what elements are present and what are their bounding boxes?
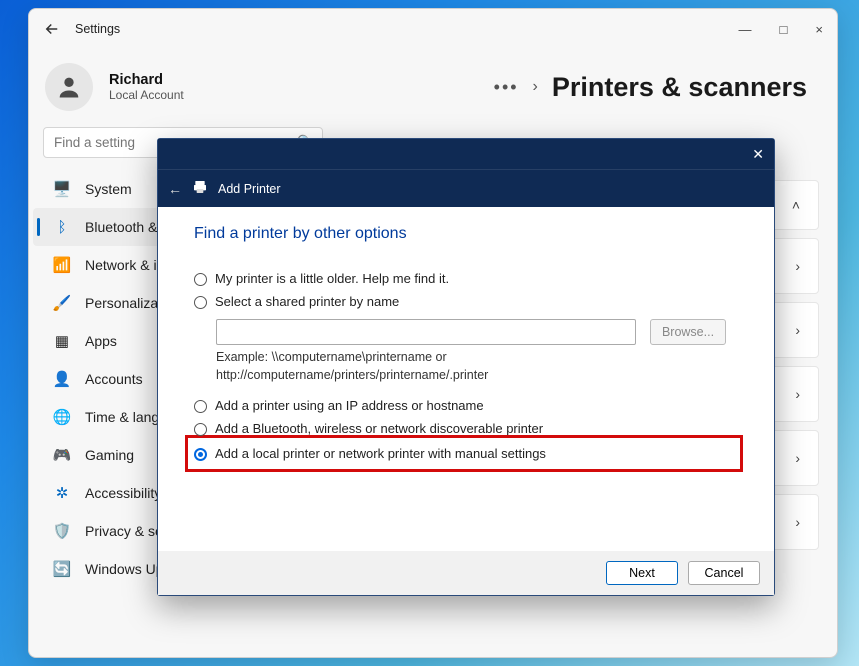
radio-icon[interactable]	[194, 448, 207, 461]
dialog-back-icon[interactable]: ←	[168, 181, 182, 197]
radio-icon[interactable]	[194, 400, 207, 413]
app-name: Settings	[75, 22, 120, 36]
sidebar-icon: 🎮	[53, 446, 71, 464]
sidebar-icon: ᛒ	[53, 218, 71, 236]
sidebar-item-label: Time & langu	[85, 409, 167, 425]
sidebar-icon: 🔄	[53, 560, 71, 578]
sidebar-icon: ▦	[53, 332, 71, 350]
dialog-footer: Next Cancel	[158, 551, 774, 595]
breadcrumb-more-icon[interactable]: •••	[494, 77, 519, 98]
avatar[interactable]	[45, 63, 93, 111]
close-window-button[interactable]: ×	[815, 22, 823, 37]
add-printer-dialog: ✕ ← Add Printer Find a printer by other …	[157, 138, 775, 596]
sidebar-icon: 🌐	[53, 408, 71, 426]
sidebar-icon: 👤	[53, 370, 71, 388]
sidebar-item-label: Network & i	[85, 257, 157, 273]
window-controls: — □ ×	[739, 22, 823, 37]
sidebar-item-label: Bluetooth &	[85, 219, 157, 235]
printer-option-4[interactable]: Add a local printer or network printer w…	[190, 440, 738, 467]
back-icon[interactable]	[43, 20, 61, 38]
chevron-right-icon: ›	[795, 450, 800, 466]
sidebar-icon: 🖥️	[53, 180, 71, 198]
option-label: My printer is a little older. Help me fi…	[215, 271, 449, 286]
sidebar-item-label: Accounts	[85, 371, 143, 387]
example-text: Example: \\computername\printername or h…	[216, 349, 646, 384]
radio-icon[interactable]	[194, 273, 207, 286]
dialog-body: Find a printer by other options My print…	[158, 207, 774, 551]
sidebar-icon: ✲	[53, 484, 71, 502]
option-label: Add a printer using an IP address or hos…	[215, 398, 484, 413]
printer-icon	[192, 179, 208, 198]
printer-option-2[interactable]: Add a printer using an IP address or hos…	[194, 394, 738, 417]
radio-icon[interactable]	[194, 423, 207, 436]
option-label: Add a local printer or network printer w…	[215, 446, 546, 461]
sidebar-item-label: System	[85, 181, 132, 197]
radio-icon[interactable]	[194, 296, 207, 309]
dialog-header: ← Add Printer	[158, 169, 774, 207]
shared-printer-input[interactable]	[216, 319, 636, 345]
sidebar-icon: 📶	[53, 256, 71, 274]
user-icon	[55, 73, 83, 101]
chevron-up-icon: ˄	[792, 197, 800, 213]
browse-button: Browse...	[650, 319, 726, 345]
next-button[interactable]: Next	[606, 561, 678, 585]
maximize-button[interactable]: □	[780, 22, 788, 37]
minimize-button[interactable]: —	[739, 22, 752, 37]
user-block: Richard Local Account	[109, 72, 184, 102]
close-icon[interactable]: ✕	[752, 146, 764, 163]
dialog-titlebar: ✕	[158, 139, 774, 169]
chevron-right-icon: ›	[795, 514, 800, 530]
sidebar-icon: 🛡️	[53, 522, 71, 540]
chevron-right-icon: ›	[795, 322, 800, 338]
titlebar: Settings — □ ×	[29, 9, 837, 49]
breadcrumb: ••• › Printers & scanners	[494, 72, 807, 103]
chevron-right-icon: ›	[795, 258, 800, 274]
option-label: Add a Bluetooth, wireless or network dis…	[215, 421, 543, 436]
user-subtitle: Local Account	[109, 88, 184, 102]
dialog-heading: Find a printer by other options	[194, 225, 738, 243]
chevron-right-icon: ›	[795, 386, 800, 402]
sidebar-icon: 🖌️	[53, 294, 71, 312]
printer-option-0[interactable]: My printer is a little older. Help me fi…	[194, 267, 738, 290]
dialog-title: Add Printer	[218, 182, 281, 196]
cancel-button[interactable]: Cancel	[688, 561, 760, 585]
user-name: Richard	[109, 72, 184, 88]
sidebar-item-label: Privacy & se	[85, 523, 163, 539]
option-label: Select a shared printer by name	[215, 294, 399, 309]
sidebar-item-label: Apps	[85, 333, 117, 349]
chevron-right-icon: ›	[533, 78, 538, 96]
page-title: Printers & scanners	[552, 72, 807, 103]
printer-option-3[interactable]: Add a Bluetooth, wireless or network dis…	[194, 417, 738, 440]
sidebar-item-label: Gaming	[85, 447, 134, 463]
sidebar-item-label: Accessibility	[85, 485, 161, 501]
header: Richard Local Account ••• › Printers & s…	[29, 49, 837, 121]
printer-option-1[interactable]: Select a shared printer by name	[194, 290, 738, 313]
